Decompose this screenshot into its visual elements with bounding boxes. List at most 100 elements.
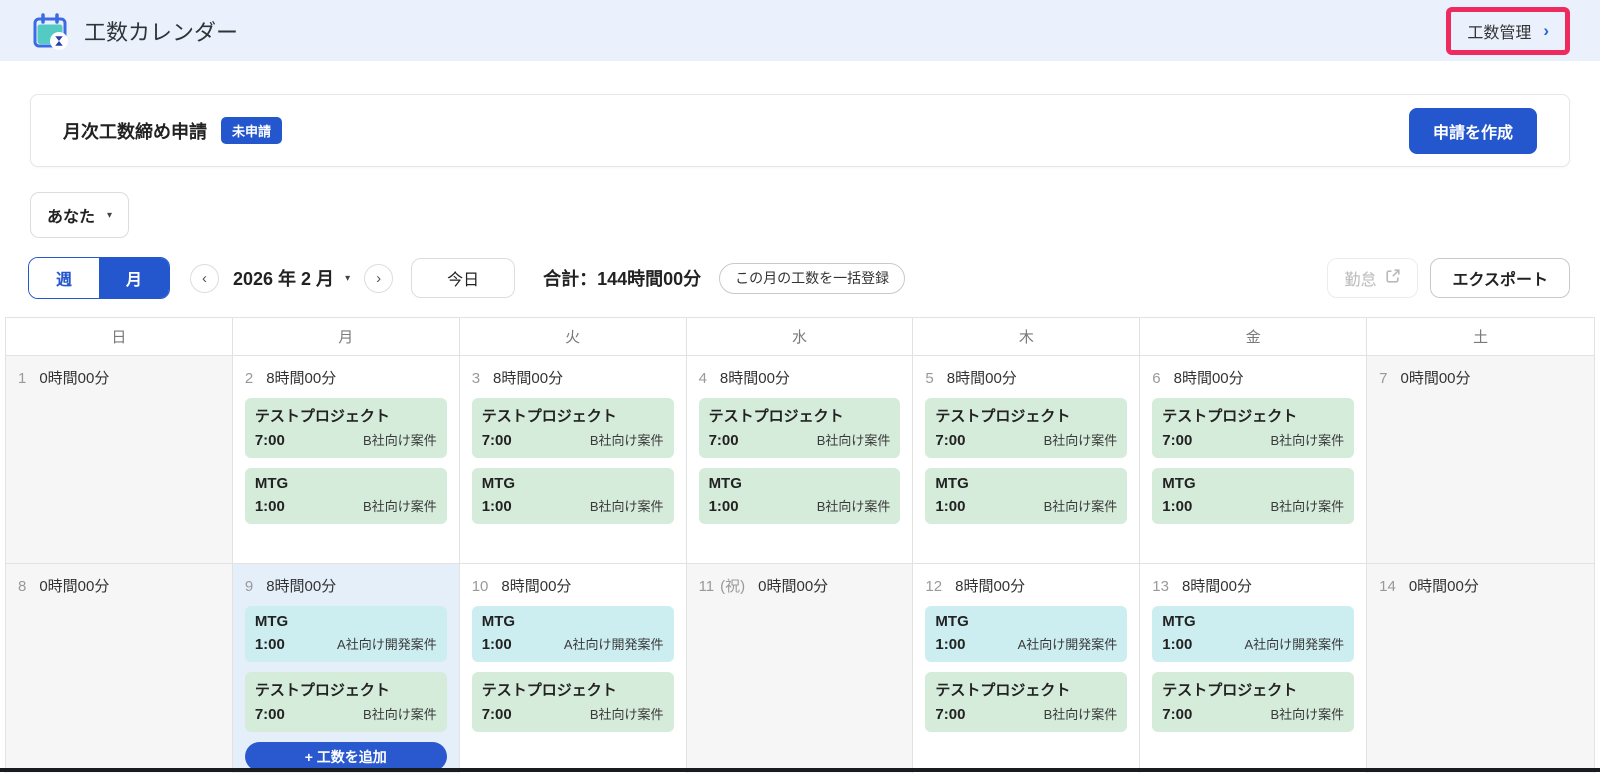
- work-entry-card[interactable]: MTG 1:00 B社向け案件: [244, 468, 447, 524]
- work-entry-card[interactable]: テストプロジェクト 7:00 B社向け案件: [244, 672, 447, 732]
- caret-down-icon: ▾: [107, 209, 113, 221]
- work-entry-card[interactable]: テストプロジェクト 7:00 B社向け案件: [925, 672, 1128, 732]
- day-number: 11: [698, 578, 715, 595]
- bulk-register-button[interactable]: この月の工数を一括登録: [719, 262, 906, 294]
- day-total-hours: 8時間00分: [1181, 578, 1252, 595]
- work-entry-hours: 7:00: [1162, 432, 1193, 449]
- day-number: 10: [471, 578, 489, 595]
- day-number: 2: [244, 370, 254, 387]
- calendar-grid: 日月火水木金土 1 0時間00分 2 8時間00分 テストプロジェクト 7:00 B社向け案…: [5, 317, 1595, 773]
- work-entry-detail-line: 1:00 B社向け案件: [255, 496, 437, 515]
- day-total-hours: 0時間00分: [1400, 370, 1471, 387]
- day-cell-header: 7 0時間00分: [1379, 367, 1582, 388]
- day-of-week-header: 火: [459, 318, 687, 355]
- work-entry-card[interactable]: テストプロジェクト 7:00 B社向け案件: [471, 398, 674, 458]
- export-button[interactable]: エクスポート: [1430, 258, 1570, 298]
- calendar-day-cell[interactable]: 11 (祝) 0時間00分: [686, 563, 914, 773]
- work-entry-card[interactable]: MTG 1:00 B社向け案件: [471, 468, 674, 524]
- user-selector-dropdown[interactable]: あなた ▾: [30, 192, 130, 238]
- work-entry-card[interactable]: MTG 1:00 A社向け開発案件: [471, 606, 674, 662]
- work-entry-card[interactable]: テストプロジェクト 7:00 B社向け案件: [244, 398, 447, 458]
- work-entry-card[interactable]: MTG 1:00 B社向け案件: [1152, 468, 1355, 524]
- day-cell-header: 2 8時間00分: [245, 367, 447, 388]
- day-total-hours: 8時間00分: [501, 578, 572, 595]
- work-entry-detail-line: 7:00 B社向け案件: [935, 430, 1117, 449]
- calendar-day-cell[interactable]: 12 8時間00分 MTG 1:00 A社向け開発案件テストプロジェクト 7:00 B社向け…: [913, 563, 1141, 773]
- calendar-day-cell[interactable]: 8 0時間00分: [6, 563, 233, 773]
- day-total-hours: 8時間00分: [1173, 370, 1244, 387]
- day-total-hours: 8時間00分: [955, 578, 1026, 595]
- work-entry-card[interactable]: テストプロジェクト 7:00 B社向け案件: [1152, 672, 1355, 732]
- day-total-hours: 0時間00分: [39, 370, 110, 387]
- work-entry-title: テストプロジェクト: [935, 408, 1071, 425]
- work-entry-detail-line: 1:00 B社向け案件: [709, 496, 891, 515]
- day-total-hours: 8時間00分: [266, 370, 337, 387]
- work-entry-project: B社向け案件: [589, 707, 664, 722]
- day-of-week-header: 日: [6, 318, 233, 355]
- prev-month-button[interactable]: ‹: [190, 263, 219, 293]
- monthly-request-title: 月次工数締め申請: [63, 121, 207, 142]
- work-entry-title: テストプロジェクト: [254, 682, 390, 699]
- work-entry-card[interactable]: MTG 1:00 A社向け開発案件: [1152, 606, 1355, 662]
- work-entry-title: テストプロジェクト: [481, 408, 617, 425]
- work-entry-project: B社向け案件: [363, 707, 437, 722]
- work-entry-card[interactable]: テストプロジェクト 7:00 B社向け案件: [471, 672, 674, 732]
- work-hours-calendar-icon: [30, 11, 70, 51]
- calendar-day-cell[interactable]: 10 8時間00分 MTG 1:00 A社向け開発案件テストプロジェクト 7:00 B社向け…: [459, 563, 687, 773]
- kosu-management-link[interactable]: 工数管理: [1467, 19, 1531, 43]
- work-entry-card[interactable]: テストプロジェクト 7:00 B社向け案件: [1152, 398, 1355, 458]
- work-entry-detail-line: 7:00 B社向け案件: [935, 704, 1117, 723]
- work-entry-card[interactable]: テストプロジェクト 7:00 B社向け案件: [925, 398, 1128, 458]
- work-entry-card[interactable]: MTG 1:00 A社向け開発案件: [925, 606, 1128, 662]
- day-number: 13: [1152, 578, 1169, 595]
- day-total-hours: 0時間00分: [39, 578, 110, 595]
- day-number: 12: [925, 578, 943, 595]
- work-entry-project: B社向け案件: [363, 433, 437, 448]
- day-number: 1: [18, 370, 27, 387]
- work-entry-hours: 7:00: [1162, 706, 1193, 723]
- work-entry-project: B社向け案件: [1270, 499, 1345, 514]
- work-entry-card[interactable]: MTG 1:00 B社向け案件: [925, 468, 1128, 524]
- work-entry-title: MTG: [708, 475, 742, 492]
- period-selector[interactable]: 2026 年 2 月 ▾: [233, 265, 350, 291]
- work-entry-detail-line: 7:00 B社向け案件: [255, 704, 437, 723]
- create-request-button[interactable]: 申請を作成: [1408, 107, 1537, 154]
- calendar-day-cell[interactable]: 13 8時間00分 MTG 1:00 A社向け開発案件テストプロジェクト 7:00 B社向け…: [1140, 563, 1368, 773]
- add-work-entry-button[interactable]: + 工数を追加: [244, 742, 447, 771]
- work-entry-card[interactable]: MTG 1:00 A社向け開発案件: [244, 606, 447, 662]
- day-number: 4: [698, 370, 707, 387]
- work-entry-detail-line: 7:00 B社向け案件: [709, 430, 891, 449]
- calendar-day-cell[interactable]: 1 0時間00分: [6, 355, 233, 563]
- calendar-day-cell[interactable]: 4 8時間00分テストプロジェクト 7:00 B社向け案件 MTG 1:00 B社向け案件: [686, 355, 914, 563]
- work-entry-title: MTG: [1162, 475, 1196, 492]
- calendar-day-cell[interactable]: 9 8時間00分 MTG 1:00 A社向け開発案件 テストプロジェクト 7:00 B社向け案…: [232, 563, 460, 773]
- work-entry-detail-line: 1:00 B社向け案件: [935, 496, 1117, 515]
- attendance-button[interactable]: 勤怠: [1327, 258, 1419, 298]
- work-entry-project: A社向け開発案件: [1244, 637, 1345, 652]
- work-entry-detail-line: 1:00 A社向け開発案件: [1162, 634, 1344, 653]
- day-number: 3: [471, 370, 481, 387]
- chevron-right-icon: ›: [1543, 21, 1549, 40]
- window-bottom-edge: [0, 768, 1600, 772]
- day-total-hours: 8時間00分: [719, 370, 790, 387]
- toggle-month[interactable]: 月: [99, 258, 169, 298]
- calendar-day-cell[interactable]: 5 8時間00分 テストプロジェクト 7:00 B社向け案件 MTG 1:00 B社向け案件: [913, 355, 1141, 563]
- work-entry-title: テストプロジェクト: [708, 408, 844, 425]
- toggle-week[interactable]: 週: [29, 258, 99, 298]
- calendar-day-cell[interactable]: 14 0時間00分: [1367, 563, 1594, 773]
- calendar-day-cell[interactable]: 6 8時間00分テストプロジェクト 7:00 B社向け案件 MTG 1:00 B社向け案件: [1140, 355, 1368, 563]
- day-of-week-header: 土: [1367, 318, 1594, 355]
- next-month-button[interactable]: ›: [364, 263, 394, 293]
- today-button[interactable]: 今日: [411, 258, 516, 298]
- calendar-day-header-row: 日月火水木金土: [6, 318, 1594, 355]
- calendar-day-cell[interactable]: 2 8時間00分テストプロジェクト 7:00 B社向け案件 MTG 1:00 B社向け案件: [232, 355, 460, 563]
- work-entry-card[interactable]: テストプロジェクト 7:00 B社向け案件: [698, 398, 901, 458]
- work-entry-detail-line: 7:00 B社向け案件: [255, 430, 437, 449]
- work-entry-card[interactable]: MTG 1:00 B社向け案件: [698, 468, 901, 524]
- work-entry-detail-line: 1:00 B社向け案件: [1162, 496, 1344, 515]
- day-number: 6: [1152, 370, 1161, 387]
- chevron-right-icon: ›: [376, 269, 382, 287]
- calendar-day-cell[interactable]: 7 0時間00分: [1367, 355, 1594, 563]
- user-selector-value: あなた: [47, 209, 96, 226]
- calendar-day-cell[interactable]: 3 8時間00分 テストプロジェクト 7:00 B社向け案件 MTG 1:00 B社向け案件: [459, 355, 687, 563]
